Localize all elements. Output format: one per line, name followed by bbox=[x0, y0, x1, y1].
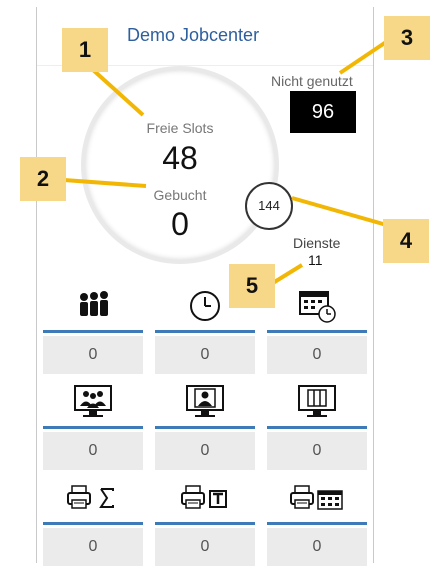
printer-t-icon bbox=[179, 483, 231, 513]
tile-value: 0 bbox=[155, 432, 255, 470]
tile-value: 0 bbox=[43, 432, 143, 470]
callout-4: 4 bbox=[383, 219, 429, 263]
calendar-clock-icon bbox=[297, 288, 337, 324]
services-value: 11 bbox=[308, 252, 323, 268]
free-slots-label: Freie Slots bbox=[146, 120, 214, 136]
tile-value: 0 bbox=[267, 336, 367, 374]
slots-gauge: Freie Slots 48 Gebucht 0 bbox=[85, 70, 275, 260]
monitor-person-icon bbox=[184, 384, 226, 420]
callout-2: 2 bbox=[20, 157, 66, 201]
printer-calendar-icon bbox=[288, 483, 346, 513]
services-label: Dienste bbox=[293, 235, 341, 251]
monitor-columns-icon bbox=[296, 384, 338, 420]
not-used-value: 96 bbox=[290, 91, 356, 133]
page-title: Demo Jobcenter bbox=[127, 25, 260, 45]
callout-1: 1 bbox=[62, 28, 108, 72]
tile-value: 0 bbox=[155, 528, 255, 566]
printer-sum-icon bbox=[65, 483, 121, 513]
tile-value: 0 bbox=[267, 528, 367, 566]
not-used-label: Nicht genutzt bbox=[271, 73, 353, 89]
callout-3: 3 bbox=[384, 16, 430, 60]
total-slots-badge: 144 bbox=[245, 182, 293, 230]
tile-value: 0 bbox=[43, 336, 143, 374]
tile-value: 0 bbox=[267, 432, 367, 470]
tile-value: 0 bbox=[43, 528, 143, 566]
free-slots-value: 48 bbox=[162, 140, 198, 176]
tile-value: 0 bbox=[155, 336, 255, 374]
jobcenter-panel: Demo Jobcenter Freie Slots 48 Gebucht 0 … bbox=[36, 7, 374, 566]
clock-icon bbox=[188, 289, 222, 323]
monitor-group-icon bbox=[72, 384, 114, 420]
group-icon bbox=[75, 290, 111, 322]
callout-5: 5 bbox=[229, 264, 275, 308]
